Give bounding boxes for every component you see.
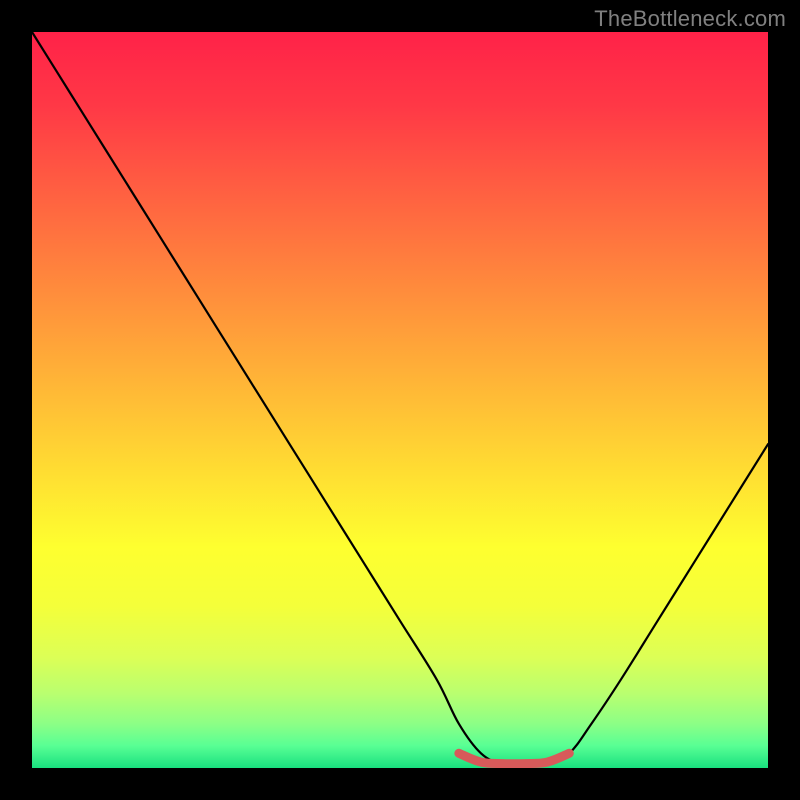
flat-highlight-path <box>459 753 569 764</box>
bottleneck-curve-path <box>32 32 768 765</box>
chart-frame: TheBottleneck.com <box>0 0 800 800</box>
curve-layer <box>32 32 768 768</box>
watermark-text: TheBottleneck.com <box>594 6 786 32</box>
plot-area <box>32 32 768 768</box>
